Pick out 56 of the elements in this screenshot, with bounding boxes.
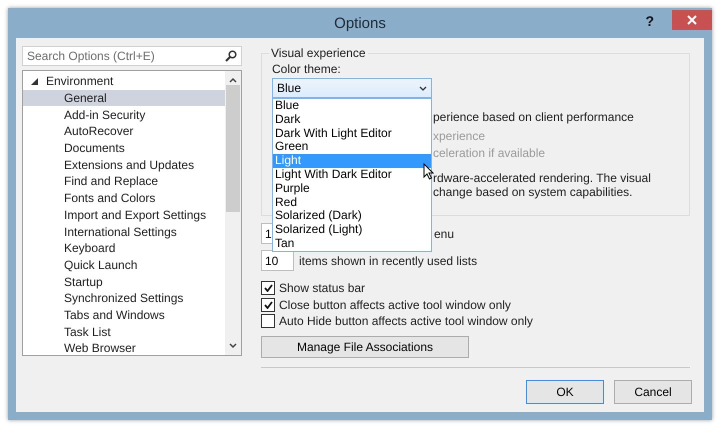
dropdown-option[interactable]: Purple (273, 182, 431, 196)
close-button[interactable] (672, 10, 712, 30)
tree-item[interactable]: Documents (23, 140, 225, 156)
dropdown-option[interactable]: Tan (273, 236, 431, 251)
tree-item[interactable]: Environment (23, 73, 225, 90)
tree-item[interactable]: Keyboard (23, 240, 225, 257)
scrollbar[interactable] (225, 71, 241, 355)
checkbox-label: Show status bar (279, 281, 366, 296)
tree-item[interactable]: Add-in Security (23, 106, 225, 124)
tree-item[interactable]: General (23, 90, 225, 106)
tree-item[interactable]: AutoRecover (23, 123, 225, 140)
tree-item[interactable]: Tabs and Windows (23, 306, 225, 324)
tree-item[interactable]: International Settings (23, 223, 225, 240)
group-title: Visual experience (270, 46, 367, 60)
tree-item[interactable]: Extensions and Updates (23, 156, 225, 174)
option-text: celeration if available (433, 146, 546, 160)
search-field[interactable]: Search Options (Ctrl+E) (22, 46, 242, 66)
color-theme-label: Color theme: (272, 62, 342, 76)
window-title: Options (334, 15, 386, 32)
dropdown-option[interactable]: Solarized (Dark) (273, 209, 431, 224)
option-text: items shown in recently used lists (299, 254, 478, 268)
checkbox[interactable] (261, 281, 275, 296)
manage-file-associations-button[interactable]: Manage File Associations (261, 336, 469, 358)
dropdown-option[interactable]: Green (273, 140, 431, 154)
checkbox-label: Close button affects active tool window only (279, 298, 511, 312)
tree-item[interactable]: Web Browser (23, 340, 225, 357)
tree-item[interactable]: Import and Export Settings (23, 206, 225, 224)
checkbox-label: Auto Hide button affects active tool window only (279, 314, 533, 328)
checkbox[interactable] (261, 298, 275, 312)
expanded-triangle-icon[interactable] (31, 78, 38, 85)
option-text: xperience (433, 129, 486, 143)
tree-item[interactable]: Find and Replace (23, 173, 225, 190)
chevron-down-icon (419, 86, 427, 90)
checkbox[interactable] (261, 314, 275, 328)
dialog-button[interactable]: OK (526, 380, 604, 404)
dropdown-option[interactable]: Dark (273, 112, 431, 127)
number-field[interactable]: 1 (261, 223, 272, 244)
number-field[interactable]: 10 (261, 250, 294, 271)
help-button[interactable]: ? (643, 13, 656, 29)
option-text: perience based on client performance (433, 110, 635, 124)
tree-item[interactable]: Fonts and Colors (23, 190, 225, 206)
option-text: enu (434, 226, 454, 240)
dialog-button[interactable]: Cancel (614, 380, 692, 404)
tree-item[interactable]: Startup (23, 273, 225, 290)
dropdown-option[interactable]: Red (273, 196, 431, 210)
tree-item[interactable]: Quick Launch (23, 256, 225, 274)
dropdown-option[interactable]: Dark With Light Editor (273, 126, 431, 140)
tree-item[interactable]: Task List (23, 323, 225, 340)
option-text: rdware-accelerated rendering. The visual (433, 171, 652, 185)
dropdown-option[interactable]: Blue (273, 99, 431, 113)
dropdown-option[interactable]: Solarized (Light) (273, 223, 431, 237)
option-text: change based on system capabilities. (433, 185, 634, 199)
tree-item[interactable]: Synchronized Settings (23, 290, 225, 307)
close-icon (687, 15, 697, 25)
color-theme-dropdown[interactable]: Blue (272, 78, 432, 98)
search-icon (225, 50, 237, 62)
